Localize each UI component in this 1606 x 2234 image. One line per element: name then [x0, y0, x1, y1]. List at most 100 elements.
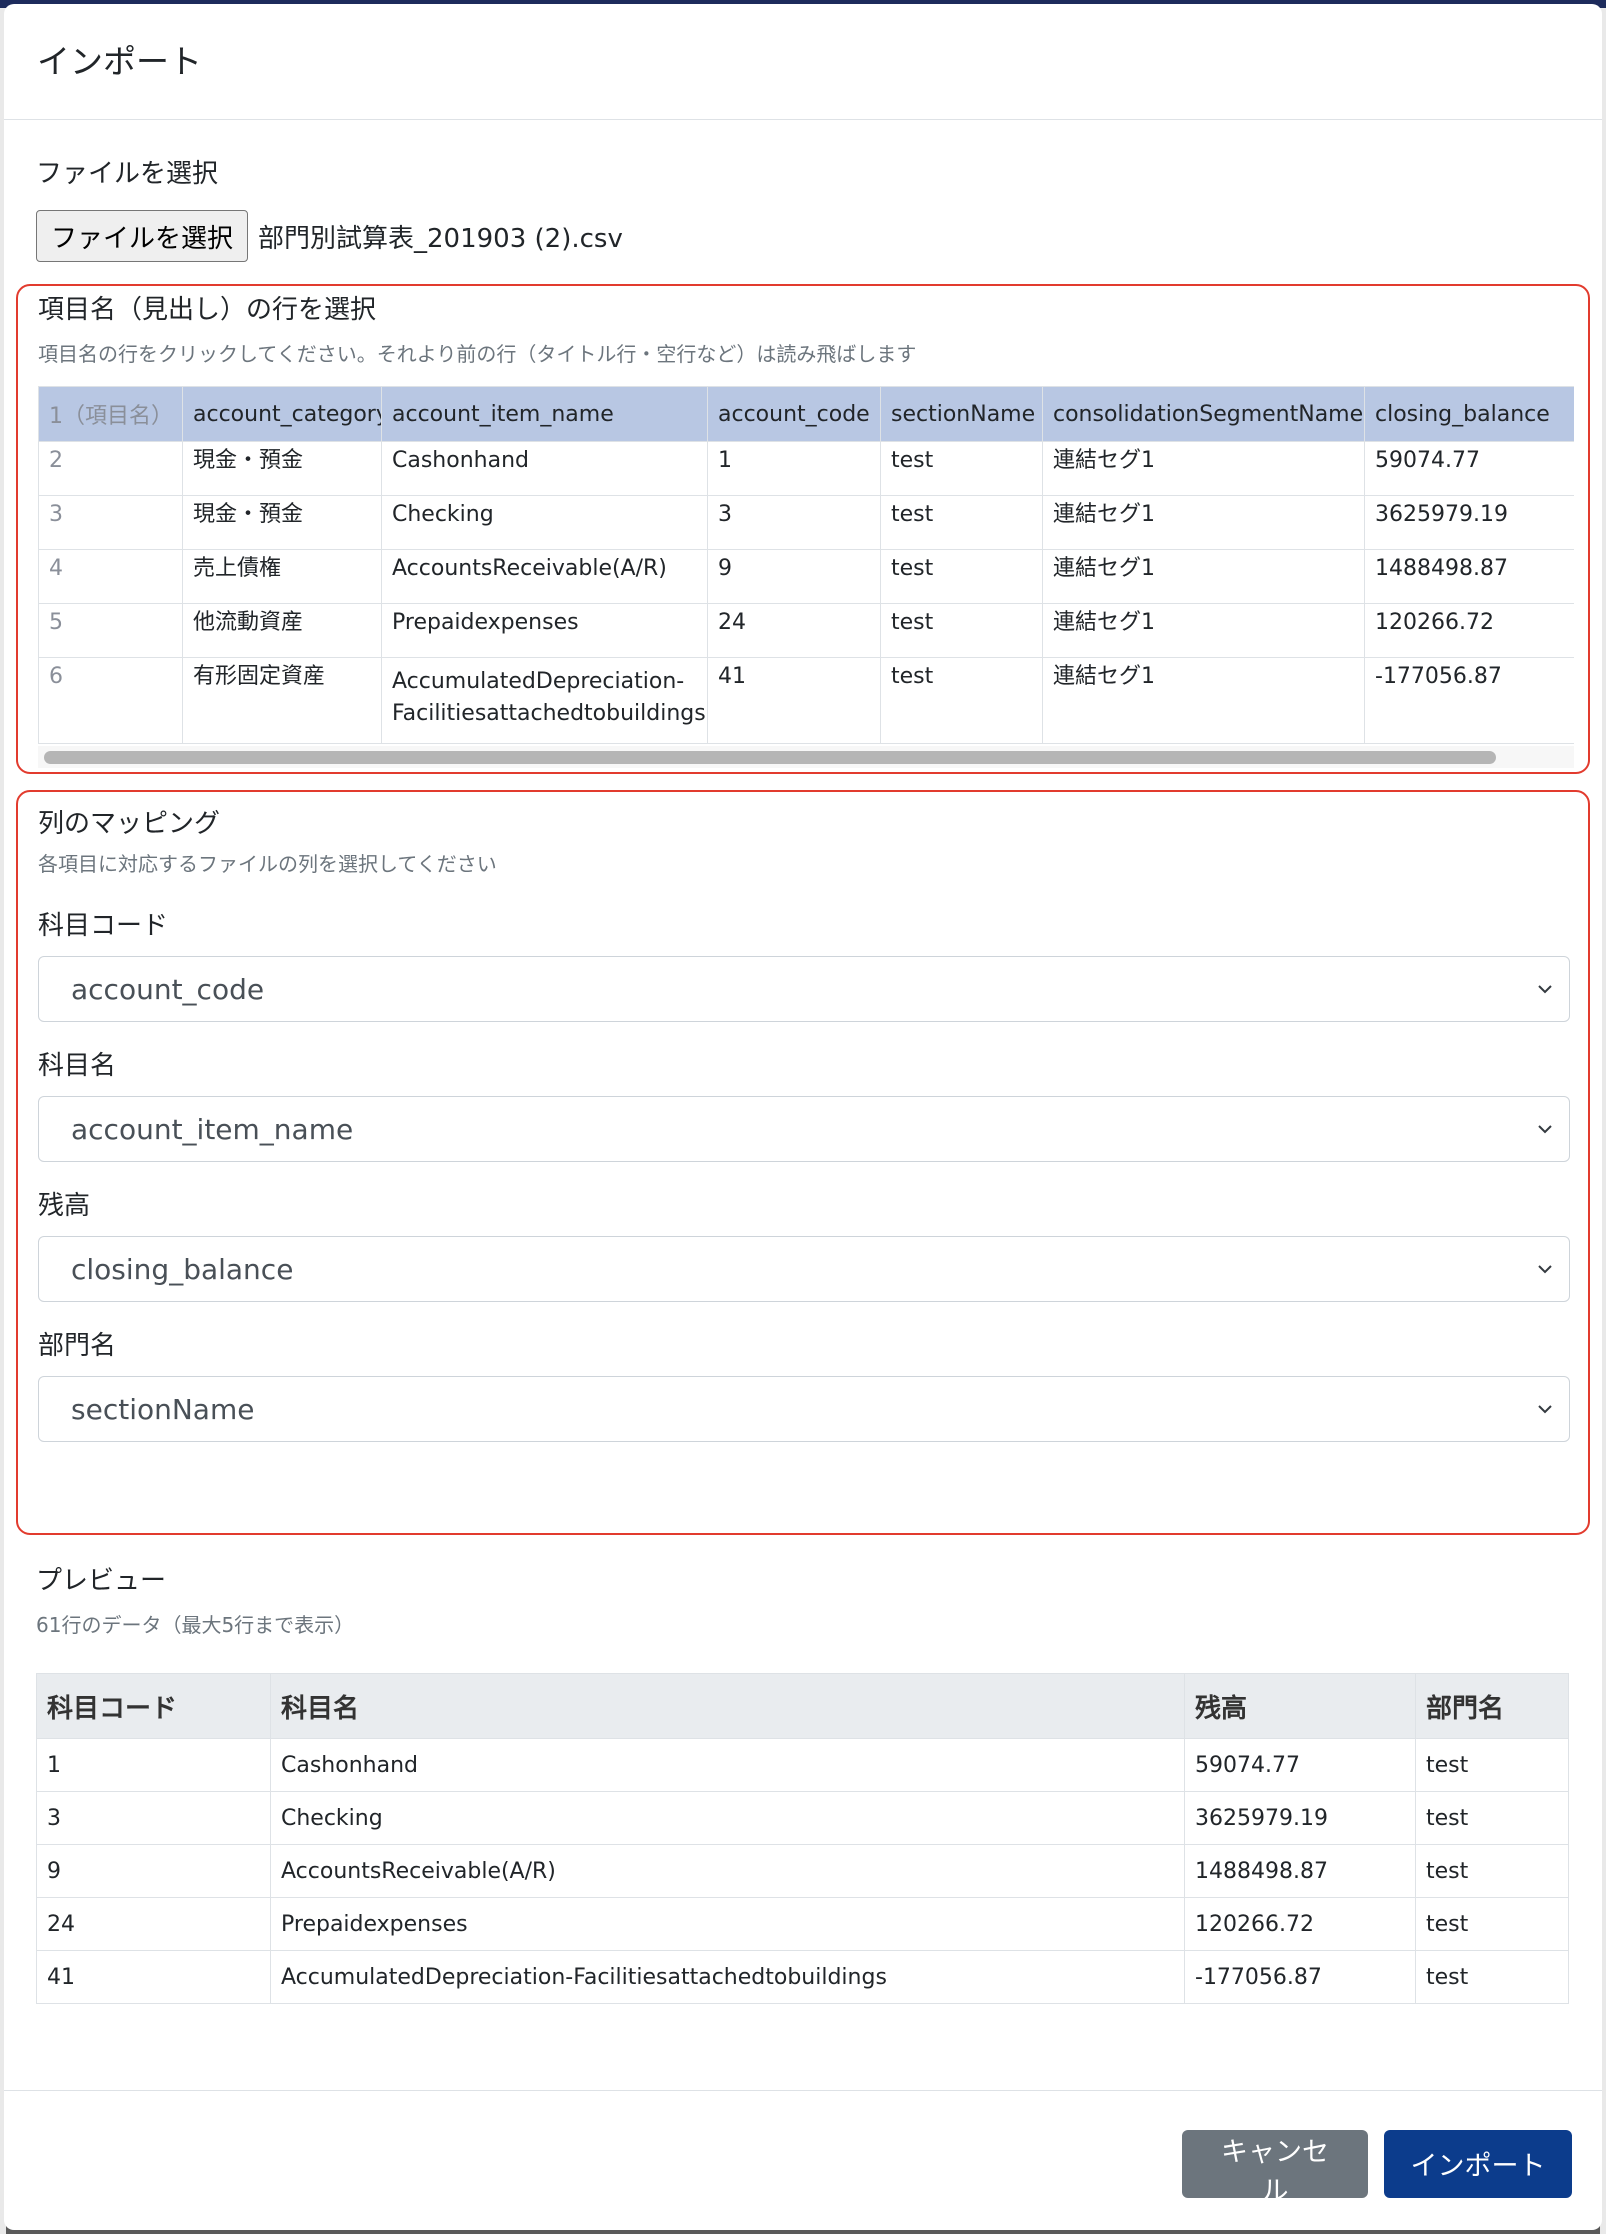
csv-cell: 他流動資産	[182, 603, 382, 658]
csv-cell: 9	[707, 549, 881, 604]
csv-cell: test	[880, 603, 1043, 658]
preview-cell: test	[1415, 1791, 1569, 1845]
preview-table: 科目コード 科目名 残高 部門名 1 Cashonhand 59074.77 t…	[36, 1673, 1569, 2004]
preview-cell: Prepaidexpenses	[270, 1897, 1185, 1951]
preview-cell: Checking	[270, 1791, 1185, 1845]
csv-row[interactable]: 4 売上債権 AccountsReceivable(A/R) 9 test 連結…	[38, 549, 1574, 604]
mapping-description: 各項目に対応するファイルの列を選択してください	[38, 852, 497, 876]
account-code-select[interactable]: account_code	[38, 956, 1570, 1022]
preview-row: 1 Cashonhand 59074.77 test	[36, 1738, 1569, 1792]
csv-cell: test	[880, 657, 1043, 744]
csv-header-cell: account_item_name	[381, 386, 708, 442]
preview-cell: 9	[36, 1844, 271, 1898]
column-mapping-section: 列のマッピング 各項目に対応するファイルの列を選択してください 科目コード ac…	[16, 790, 1590, 1535]
chevron-down-icon	[1538, 985, 1552, 994]
preview-cell: test	[1415, 1844, 1569, 1898]
csv-cell: Checking	[381, 495, 708, 550]
preview-header-cell: 科目名	[270, 1673, 1185, 1739]
csv-cell: AccumulatedDepreciation-Facilitiesattach…	[381, 657, 708, 744]
chevron-down-icon	[1538, 1125, 1552, 1134]
file-select-group: ファイルを選択 ファイルを選択 部門別試算表_201903 (2).csv	[36, 120, 1570, 262]
modal-body: ファイルを選択 ファイルを選択 部門別試算表_201903 (2).csv 項目…	[4, 120, 1602, 2004]
preview-cell: 3	[36, 1791, 271, 1845]
preview-row: 3 Checking 3625979.19 test	[36, 1791, 1569, 1845]
section-name-select[interactable]: sectionName	[38, 1376, 1570, 1442]
preview-cell: 1	[36, 1738, 271, 1792]
mapping-field-section: 部門名 sectionName	[38, 1328, 1576, 1442]
csv-cell: 3	[707, 495, 881, 550]
csv-cell: 現金・預金	[182, 495, 382, 550]
preview-cell: Cashonhand	[270, 1738, 1185, 1792]
preview-cell: 41	[36, 1950, 271, 2004]
modal-header: インポート	[4, 4, 1602, 120]
csv-cell: 1	[707, 441, 881, 496]
csv-cell: 連結セグ1	[1042, 549, 1365, 604]
csv-header-cell: account_category_name	[182, 386, 382, 442]
choose-file-button[interactable]: ファイルを選択	[36, 210, 249, 262]
preview-header-cell: 科目コード	[36, 1673, 271, 1739]
preview-section: プレビュー 61行のデータ（最大5行まで表示） 科目コード 科目名 残高 部門名…	[36, 1535, 1570, 2004]
preview-header-cell: 残高	[1184, 1673, 1416, 1739]
select-value: account_item_name	[71, 1112, 354, 1146]
preview-header-cell: 部門名	[1415, 1673, 1569, 1739]
csv-row[interactable]: 6 有形固定資産 AccumulatedDepreciation-Facilit…	[38, 657, 1574, 744]
csv-cell: 連結セグ1	[1042, 603, 1365, 658]
csv-header-cell: sectionName	[880, 386, 1043, 442]
csv-cell: 4	[38, 549, 183, 604]
csv-cell: AccountsReceivable(A/R)	[381, 549, 708, 604]
preview-cell: 3625979.19	[1184, 1791, 1416, 1845]
csv-cell: Cashonhand	[381, 441, 708, 496]
chevron-down-icon	[1538, 1265, 1552, 1274]
preview-header-row: 科目コード 科目名 残高 部門名	[36, 1673, 1569, 1739]
select-value: account_code	[71, 972, 265, 1006]
preview-cell: 120266.72	[1184, 1897, 1416, 1951]
csv-cell: -177056.87	[1364, 657, 1574, 744]
csv-cell: test	[880, 441, 1043, 496]
csv-cell: test	[880, 495, 1043, 550]
mapping-field-account-code: 科目コード account_code	[38, 908, 1576, 1022]
csv-header-cell: consolidationSegmentName	[1042, 386, 1365, 442]
balance-select[interactable]: closing_balance	[38, 1236, 1570, 1302]
import-button[interactable]: インポート	[1384, 2129, 1572, 2198]
csv-cell: 120266.72	[1364, 603, 1574, 658]
modal-footer: キャンセル インポート	[4, 2090, 1602, 2230]
horizontal-scrollbar[interactable]	[38, 746, 1574, 768]
preview-row: 24 Prepaidexpenses 120266.72 test	[36, 1897, 1569, 1951]
mapping-field-label: 残高	[38, 1191, 91, 1221]
csv-table-scroll: 1（項目名） account_category_name account_ite…	[38, 386, 1574, 768]
mapping-field-account-name: 科目名 account_item_name	[38, 1048, 1576, 1162]
csv-cell: 41	[707, 657, 881, 744]
csv-cell: 売上債権	[182, 549, 382, 604]
import-modal: インポート ファイルを選択 ファイルを選択 部門別試算表_201903 (2).…	[4, 4, 1602, 2230]
preview-cell: AccountsReceivable(A/R)	[270, 1844, 1185, 1898]
scrollbar-thumb[interactable]	[44, 751, 1496, 764]
csv-cell: 1488498.87	[1364, 549, 1574, 604]
csv-row[interactable]: 3 現金・預金 Checking 3 test 連結セグ1 3625979.19	[38, 495, 1574, 550]
mapping-title: 列のマッピング	[38, 809, 221, 839]
selected-file-name: 部門別試算表_201903 (2).csv	[258, 223, 623, 254]
mapping-field-label: 科目名	[38, 1051, 117, 1081]
preview-row: 41 AccumulatedDepreciation-Facilitiesatt…	[36, 1950, 1569, 2004]
preview-cell: -177056.87	[1184, 1950, 1416, 2004]
account-name-select[interactable]: account_item_name	[38, 1096, 1570, 1162]
select-value: closing_balance	[71, 1252, 294, 1286]
csv-cell: 2	[38, 441, 183, 496]
csv-header-cell: closing_balance	[1364, 386, 1574, 442]
mapping-field-balance: 残高 closing_balance	[38, 1188, 1576, 1302]
select-value: sectionName	[71, 1392, 255, 1426]
modal-title: インポート	[37, 42, 202, 81]
file-input: ファイルを選択 部門別試算表_201903 (2).csv	[36, 210, 1570, 262]
csv-cell: 3625979.19	[1364, 495, 1574, 550]
csv-header-row[interactable]: 1（項目名） account_category_name account_ite…	[38, 386, 1574, 442]
csv-row[interactable]: 5 他流動資産 Prepaidexpenses 24 test 連結セグ1 12…	[38, 603, 1574, 658]
preview-summary: 61行のデータ（最大5行まで表示）	[36, 1613, 355, 1637]
header-row-description: 項目名の行をクリックしてください。それより前の行（タイトル行・空行など）は読み飛…	[38, 342, 917, 366]
csv-row[interactable]: 2 現金・預金 Cashonhand 1 test 連結セグ1 59074.77	[38, 441, 1574, 496]
preview-title: プレビュー	[36, 1566, 167, 1596]
file-select-label: ファイルを選択	[36, 159, 219, 189]
preview-cell: test	[1415, 1738, 1569, 1792]
csv-cell: 3	[38, 495, 183, 550]
cancel-button[interactable]: キャンセル	[1182, 2129, 1368, 2207]
preview-cell: 1488498.87	[1184, 1844, 1416, 1898]
csv-cell: 5	[38, 603, 183, 658]
